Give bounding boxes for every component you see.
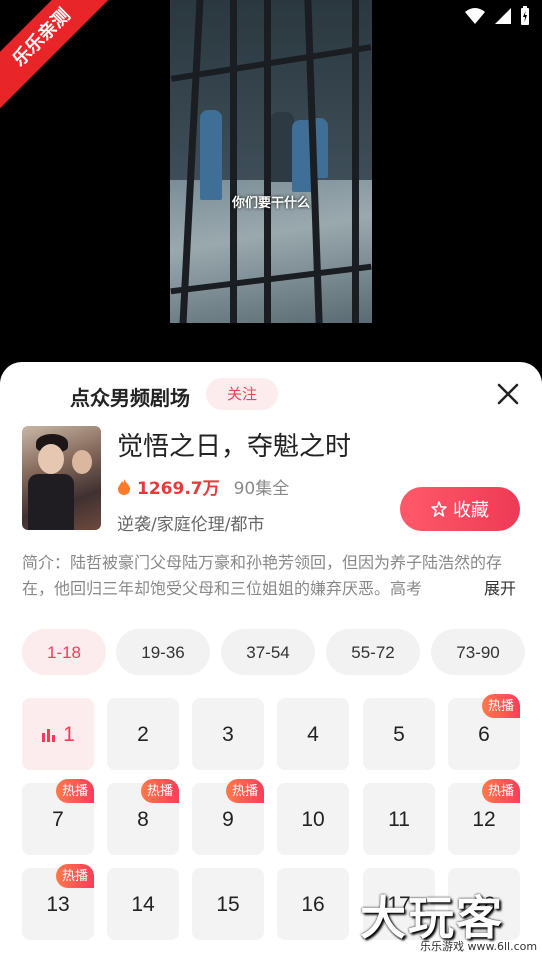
episode-button[interactable]: 16 [277,868,349,940]
hot-badge: 热播 [225,779,264,803]
drama-cover-image [22,426,101,530]
range-tab[interactable]: 1-18 [22,629,106,675]
episode-button[interactable]: 6 热播 [448,694,520,770]
wifi-icon [465,8,485,24]
fire-icon [118,478,130,495]
close-icon[interactable] [492,378,524,410]
drama-stats: 1269.7万 90集全 [117,474,289,499]
video-subtitle: 你们要干什么 [231,196,310,211]
drama-title: 觉悟之日，夺魁之时 [117,432,352,462]
episode-button[interactable]: 15 [192,868,264,940]
episode-button[interactable]: 10 [277,783,349,855]
range-tab[interactable]: 73-90 [431,629,525,675]
drama-tags: 逆袭/家庭伦理/都市 [117,515,265,535]
range-tab[interactable]: 55-72 [326,629,420,675]
cover-figure-face [72,450,92,474]
cover-figure-face [38,444,64,474]
prison-bar [230,0,237,323]
range-tab[interactable]: 37-54 [221,629,315,675]
episode-button[interactable]: 5 [363,698,435,770]
episode-number: 3 [222,723,234,746]
episode-button[interactable]: 8 热播 [107,779,179,855]
episode-number: 8 [137,808,149,831]
episode-button[interactable]: 12 热播 [448,779,520,855]
episode-number: 6 [478,723,490,746]
episode-button[interactable]: 2 [107,698,179,770]
cover-figure [28,474,74,530]
episode-count: 90集全 [233,479,290,499]
episode-number: 9 [222,808,234,831]
episode-number: 7 [52,808,64,831]
channel-title: 点众男频剧场 [70,386,190,410]
drama-synopsis: 简介：陆哲被豪门父母陆万豪和孙艳芳领回，但因为养子陆浩然的存在，他回归三年却饱受… [22,553,503,598]
episode-number: 13 [46,893,70,916]
prison-bar [264,0,271,323]
drama-detail-sheet: 点众男频剧场 关注 觉悟之日，夺魁之时 1269.7万 90集全 逆袭/家庭伦理… [0,362,542,965]
episode-number: 15 [216,893,240,916]
episode-button[interactable]: 13 热播 [22,864,94,940]
signal-icon [495,8,511,24]
episode-button[interactable]: 14 [107,868,179,940]
video-player[interactable]: 你们要干什么 [170,0,372,323]
collect-button[interactable]: 收藏 [400,487,520,531]
battery-icon [521,6,529,25]
expand-synopsis-button[interactable]: 展开 [466,576,517,602]
episode-button[interactable]: 11 [363,783,435,855]
episode-range-tabs: 1-18 19-36 37-54 55-72 73-90 [22,629,542,675]
star-icon [431,501,447,517]
hot-badge: 热播 [55,864,94,888]
range-tab[interactable]: 19-36 [116,629,210,675]
watermark-url: 乐乐游戏 www.6ll.com [420,940,538,953]
episode-button[interactable]: 9 热播 [192,779,264,855]
episode-number: 2 [137,723,149,746]
hot-badge: 热播 [140,779,179,803]
bottom-watermark: 大玩客 乐乐游戏 www.6ll.com [360,882,542,965]
heat-count: 1269.7万 [137,479,220,499]
episode-number: 1 [63,723,75,746]
follow-button[interactable]: 关注 [206,378,278,410]
episode-number: 4 [307,723,319,746]
video-person [200,110,222,200]
episode-button[interactable]: 1 [22,698,94,770]
hot-badge: 热播 [481,694,520,718]
episode-number: 14 [131,893,155,916]
episode-button[interactable]: 4 [277,698,349,770]
episode-number: 16 [301,893,325,916]
collect-label: 收藏 [453,500,489,520]
playing-icon [42,729,56,743]
episode-number: 10 [301,808,325,831]
hot-badge: 热播 [55,779,94,803]
hot-badge: 热播 [481,779,520,803]
episode-number: 5 [393,723,405,746]
video-person [270,112,294,182]
episode-button[interactable]: 7 热播 [22,779,94,855]
episode-number: 11 [388,808,410,831]
episode-button[interactable]: 3 [192,698,264,770]
episode-number: 12 [472,808,496,831]
